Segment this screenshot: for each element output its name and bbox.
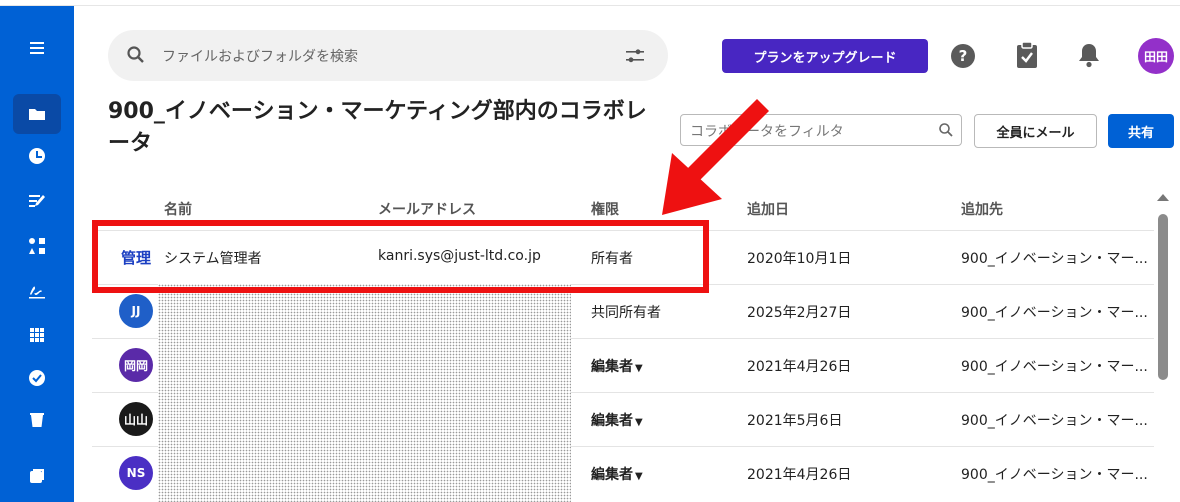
email-all-button[interactable]: 全員にメール — [974, 114, 1097, 148]
highlight-box — [92, 220, 709, 293]
recents-icon[interactable] — [13, 136, 61, 176]
notification-bell-icon[interactable] — [1077, 42, 1101, 68]
search-placeholder: ファイルおよびフォルダを検索 — [162, 49, 358, 65]
search-input[interactable]: ファイルおよびフォルダを検索 — [108, 30, 668, 81]
apps-grid-icon[interactable] — [13, 315, 61, 355]
permission-dropdown[interactable]: 編集者 ▼ — [591, 356, 643, 376]
scroll-thumb[interactable] — [1158, 214, 1168, 380]
clipboard-icon[interactable] — [1016, 41, 1038, 69]
caret-down-icon: ▼ — [635, 471, 643, 482]
upgrade-plan-button[interactable]: プランをアップグレード — [722, 39, 928, 73]
collaborator-date: 2021年4月26日 — [747, 467, 852, 483]
permission-label: 編集者 — [591, 359, 633, 375]
permission-label: 編集者 — [591, 413, 633, 429]
collaborator-added-to: 900_イノベーション・マー... — [961, 305, 1148, 321]
vertical-scrollbar[interactable] — [1155, 190, 1171, 502]
tasks-check-icon[interactable] — [13, 358, 61, 398]
permission-dropdown[interactable]: 編集者 ▼ — [591, 410, 643, 430]
caret-down-icon: ▼ — [635, 363, 643, 374]
collaborator-added-to: 900_イノベーション・マー... — [961, 251, 1148, 267]
avatar: 山山 — [119, 402, 153, 436]
menu-icon[interactable] — [13, 28, 61, 68]
page-title: 900_イノベーション・マーケティング部内のコラボレータ — [108, 99, 647, 156]
filter-settings-icon[interactable] — [624, 47, 646, 65]
avatar: 岡岡 — [119, 348, 153, 382]
top-strip — [0, 0, 1180, 6]
scroll-up-arrow-icon[interactable] — [1157, 194, 1169, 201]
collaborator-date: 2020年10月1日 — [747, 251, 852, 267]
column-header-name[interactable]: 名前 — [164, 199, 192, 219]
collaborator-added-to: 900_イノベーション・マー... — [961, 359, 1148, 375]
trash-icon[interactable] — [13, 400, 61, 440]
help-icon[interactable]: ? — [951, 44, 975, 68]
collaborator-permission: 共同所有者 — [591, 305, 661, 321]
user-avatar[interactable]: 田田 — [1138, 38, 1174, 74]
column-header-added-to[interactable]: 追加先 — [961, 199, 1003, 219]
collaborator-date: 2021年5月6日 — [747, 413, 843, 429]
collaborator-date: 2021年4月26日 — [747, 359, 852, 375]
permission-label: 編集者 — [591, 467, 633, 483]
notes-icon[interactable] — [13, 181, 61, 221]
sign-icon[interactable] — [13, 270, 61, 310]
avatar: NS — [119, 456, 153, 490]
collaborator-date: 2025年2月27日 — [747, 305, 852, 321]
column-header-email[interactable]: メールアドレス — [378, 199, 476, 219]
sidebar-toggle-icon[interactable] — [13, 456, 61, 496]
files-icon[interactable] — [13, 94, 61, 134]
caret-down-icon: ▼ — [635, 417, 643, 428]
search-icon — [127, 46, 144, 63]
permission-dropdown[interactable]: 編集者 ▼ — [591, 464, 643, 484]
red-arrow-icon — [662, 98, 770, 215]
share-button[interactable]: 共有 — [1108, 114, 1174, 148]
search-icon — [939, 123, 953, 137]
collaborator-added-to: 900_イノベーション・マー... — [961, 467, 1148, 483]
redacted-area — [158, 284, 571, 502]
column-header-permission[interactable]: 権限 — [591, 199, 619, 219]
sidebar — [0, 6, 74, 502]
avatar: JJ — [119, 294, 153, 328]
apps-shapes-icon[interactable] — [13, 226, 61, 266]
collaborator-added-to: 900_イノベーション・マー... — [961, 413, 1148, 429]
